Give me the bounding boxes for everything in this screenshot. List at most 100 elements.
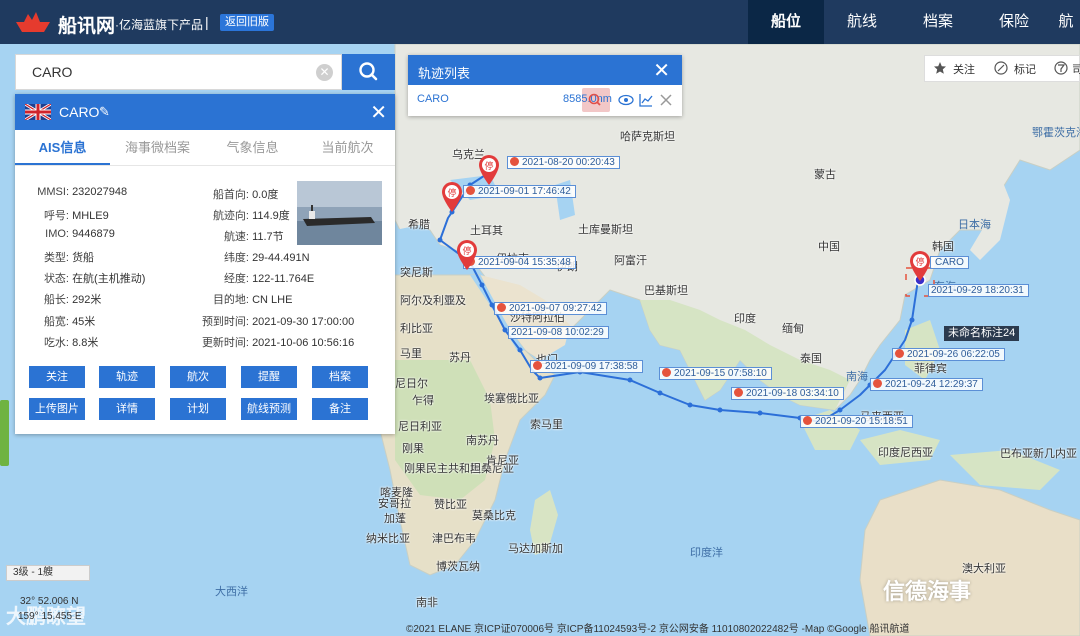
ship-name: CARO <box>59 104 100 120</box>
map-label: 尼日利亚 <box>398 421 442 433</box>
archive-button[interactable]: 档案 <box>312 366 368 388</box>
ship-photo[interactable] <box>297 181 382 245</box>
voyage-button[interactable]: 航次 <box>170 366 226 388</box>
follow-button[interactable]: 关注 <box>29 366 85 388</box>
track-list-header: 轨迹列表 ✕ <box>408 55 682 85</box>
track-point-label[interactable]: 2021-09-29 18:20:31 <box>928 284 1029 297</box>
details-button[interactable]: 详情 <box>99 398 155 420</box>
mark-tool[interactable]: 标记 <box>1014 61 1036 77</box>
map-label: 中国 <box>818 241 840 253</box>
tab-weather[interactable]: 气象信息 <box>205 130 300 165</box>
stop-pin-text: 停 <box>447 187 456 199</box>
eye-icon[interactable] <box>618 93 634 107</box>
top-bar: 船讯网 ·亿海蓝旗下产品 | 返回旧版 船位 航线 档案 保险 航 <box>0 0 1080 44</box>
more-tool[interactable]: 司 <box>1072 61 1080 77</box>
tag-icon <box>994 61 1008 75</box>
track-point-icon <box>510 157 519 166</box>
nav-more[interactable]: 航 <box>1052 0 1080 44</box>
clear-icon[interactable]: ✕ <box>316 64 333 81</box>
track-point-label[interactable]: 2021-09-20 15:18:51 <box>800 415 913 428</box>
close-icon[interactable]: ✕ <box>653 58 670 83</box>
uk-flag-icon <box>25 104 51 120</box>
search-icon <box>359 62 378 81</box>
edit-icon[interactable]: ✎ <box>99 104 110 120</box>
plan-button[interactable]: 计划 <box>170 398 226 420</box>
map-label: 大西洋 <box>215 586 248 598</box>
tab-current-voyage[interactable]: 当前航次 <box>300 130 395 165</box>
track-point-label[interactable]: 2021-09-09 17:38:58 <box>530 360 643 373</box>
map-label: 哈萨克斯坦 <box>620 131 675 143</box>
map-label: 印度尼西亚 <box>878 447 933 459</box>
track-point-time: 2021-08-20 00:20:43 <box>522 157 615 168</box>
track-point-icon <box>895 349 904 358</box>
field-updated: 更新时间: 2021-10-06 10:56:16 <box>201 337 355 349</box>
copyright-text: ©2021 ELANE 京ICP证070006号 京ICP备11024593号-… <box>406 624 910 635</box>
tab-maritime-archive[interactable]: 海事微档案 <box>110 130 205 165</box>
track-point-time: 2021-09-24 12:29:37 <box>885 379 978 390</box>
field-beam: 船宽: 45米 <box>43 316 96 328</box>
chart-icon[interactable] <box>638 92 654 108</box>
track-point-label[interactable]: 2021-09-15 07:58:10 <box>659 367 772 380</box>
delete-icon[interactable] <box>659 93 673 107</box>
ship-info-panel: CARO ✎ ✕ AIS信息 海事微档案 气象信息 当前航次 MMSI: 232… <box>15 94 395 434</box>
track-point-label[interactable]: 2021-09-24 12:29:37 <box>870 378 983 391</box>
track-point-time: 2021-09-08 10:02:29 <box>511 327 604 338</box>
nav-insurance[interactable]: 保险 <box>976 0 1052 44</box>
brand-separator: | <box>205 14 209 30</box>
ship-map-label[interactable]: CARO <box>930 256 969 269</box>
stop-pin-icon[interactable]: 停 <box>477 154 501 186</box>
field-eta: 预到时间: 2021-09-30 17:00:00 <box>201 316 355 328</box>
nav-archive[interactable]: 档案 <box>900 0 976 44</box>
map-label: 土耳其 <box>470 225 503 237</box>
tab-ais-info[interactable]: AIS信息 <box>15 130 110 165</box>
track-point-icon <box>734 388 743 397</box>
notes-button[interactable]: 备注 <box>312 398 368 420</box>
track-ship-name[interactable]: CARO <box>417 93 449 105</box>
map-label: 泰国 <box>800 353 822 365</box>
track-point-label[interactable]: 2021-09-18 03:34:10 <box>731 387 844 400</box>
follow-tool[interactable]: 关注 <box>953 61 975 77</box>
watermark-right: 信德海事 <box>883 579 972 604</box>
nav-ship-position[interactable]: 船位 <box>748 0 824 44</box>
route-prediction-button[interactable]: 航线预测 <box>241 398 297 420</box>
track-point-label[interactable]: 2021-09-04 15:35:48 <box>463 256 576 269</box>
track-point-label[interactable]: 2021-09-26 06:22:05 <box>892 348 1005 361</box>
brand-name[interactable]: 船讯网 <box>58 11 115 38</box>
upload-photo-button[interactable]: 上传图片 <box>29 398 85 420</box>
map-label: 南苏丹 <box>466 435 499 447</box>
back-to-old-version-button[interactable]: 返回旧版 <box>220 14 274 31</box>
track-point-label[interactable]: 2021-09-08 10:02:29 <box>508 326 609 339</box>
ship-panel-header: CARO ✎ ✕ <box>15 94 395 130</box>
stop-pin-text: 停 <box>484 160 493 172</box>
search-box: ✕ <box>15 54 342 90</box>
track-list-title: 轨迹列表 <box>418 66 471 81</box>
cursor-latitude: 32° 52.006 N <box>20 596 79 607</box>
map-label: 苏丹 <box>449 352 471 364</box>
map-label: 纳米比亚 <box>366 533 410 545</box>
search-button[interactable] <box>342 54 395 90</box>
map-label: 突尼斯 <box>400 267 433 279</box>
map-label: 马达加斯加 <box>508 543 563 555</box>
field-imo: IMO: 9446879 <box>45 228 115 240</box>
main-nav: 船位 航线 档案 保险 航 <box>748 0 1080 44</box>
track-point-label[interactable]: 2021-09-01 17:46:42 <box>463 185 576 198</box>
track-point-icon <box>873 379 882 388</box>
map-label: 阿富汗 <box>614 255 647 267</box>
track-point-time: 2021-09-07 09:27:42 <box>509 303 602 314</box>
alert-button[interactable]: 提醒 <box>241 366 297 388</box>
map-label: 索马里 <box>530 419 563 431</box>
stop-pin-icon[interactable]: 停 <box>908 250 932 282</box>
track-point-label[interactable]: 2021-08-20 00:20:43 <box>507 156 620 169</box>
track-button[interactable]: 轨迹 <box>99 366 155 388</box>
track-list-item[interactable]: CARO 8585.0nm <box>408 85 682 116</box>
track-point-label[interactable]: 2021-09-07 09:27:42 <box>494 302 607 315</box>
map-label: 巴布亚新几内亚 <box>1000 448 1077 460</box>
stop-pin-icon[interactable]: 停 <box>455 239 479 271</box>
close-icon[interactable]: ✕ <box>370 100 387 125</box>
zoom-slider[interactable] <box>0 400 9 466</box>
search-icon <box>588 93 601 106</box>
stop-pin-icon[interactable]: 停 <box>440 181 464 213</box>
nav-route[interactable]: 航线 <box>824 0 900 44</box>
unnamed-annotation[interactable]: 未命名标注24 <box>944 326 1020 341</box>
search-input[interactable] <box>16 55 306 89</box>
